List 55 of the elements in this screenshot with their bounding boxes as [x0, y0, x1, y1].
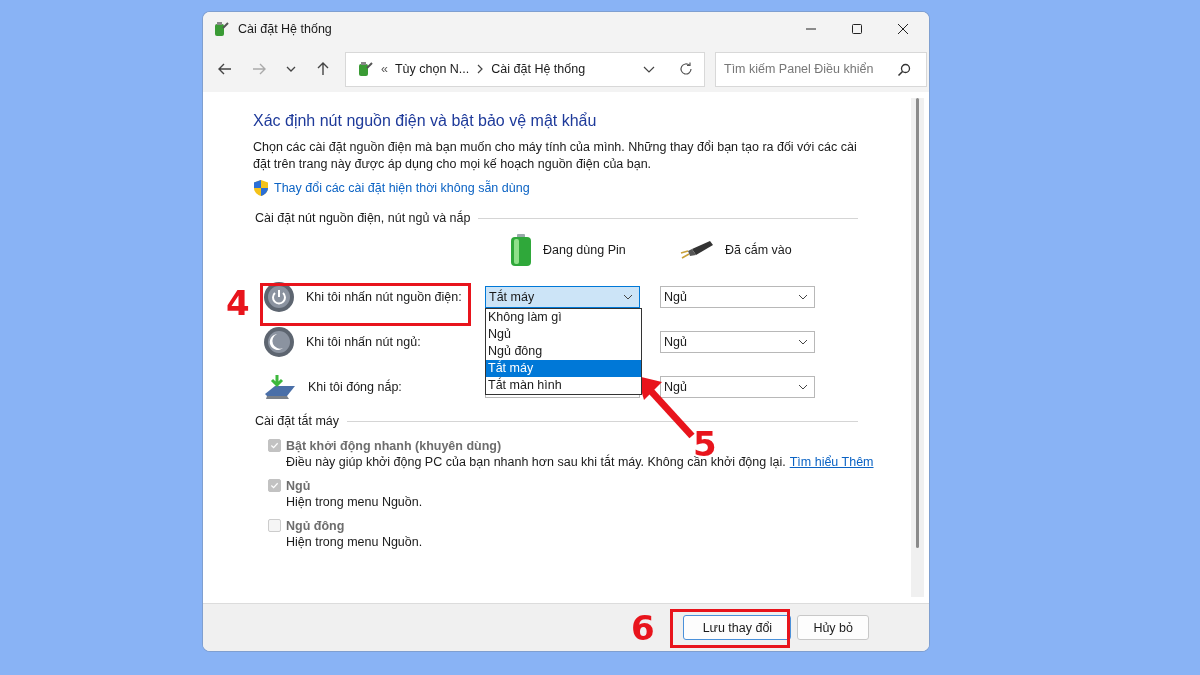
caret-icon: [798, 338, 808, 345]
scrollbar[interactable]: [911, 98, 924, 597]
step-number: 4: [226, 286, 250, 320]
section-title: Cài đặt tắt máy: [255, 414, 340, 428]
window-title: Cài đặt Hệ thống: [238, 22, 332, 36]
option-description: Hiện trong menu Nguồn.: [285, 494, 424, 511]
caret-icon: [623, 293, 633, 300]
checkbox-label: Bật khởi động nhanh (khuyên dùng): [286, 438, 502, 453]
column-header: Đã cắm vào: [725, 243, 792, 257]
power-button-icon: [263, 280, 295, 313]
address-bar[interactable]: « Tùy chọn N... Cài đặt Hệ thống: [345, 51, 705, 87]
chevron-right-icon: [476, 64, 485, 74]
cancel-button[interactable]: Hủy bỏ: [797, 615, 869, 640]
action-dropdown[interactable]: Tắt máy: [485, 285, 640, 308]
action-dropdown[interactable]: Ngủ: [660, 330, 815, 353]
maximize-icon[interactable]: [851, 23, 863, 35]
section-title: Cài đặt nút nguồn điện, nút ngủ và nắp: [255, 211, 471, 225]
refresh-icon[interactable]: [678, 61, 694, 77]
dropdown-option[interactable]: Tắt màn hình: [486, 377, 641, 394]
setting-label: Khi tôi đóng nắp:: [308, 379, 402, 394]
checkmark-icon: [270, 481, 279, 490]
setting-label: Khi tôi nhấn nút ngủ:: [306, 334, 421, 349]
action-dropdown[interactable]: Ngủ: [660, 375, 815, 398]
checkbox-label: Ngủ: [286, 478, 311, 493]
dropdown-option[interactable]: Ngủ đông: [486, 343, 641, 360]
battery-icon: [510, 233, 532, 267]
caret-icon: [798, 293, 808, 300]
plug-icon: [680, 239, 714, 261]
dropdown-option[interactable]: Tắt máy: [486, 360, 641, 377]
back-arrow-icon[interactable]: [217, 61, 233, 77]
overflow-mark[interactable]: «: [381, 62, 388, 76]
close-icon[interactable]: [897, 23, 909, 35]
caret-icon: [798, 383, 808, 390]
admin-link[interactable]: Thay đổi các cài đặt hiện thời không sẵn dùng: [274, 181, 530, 195]
dropdown-option[interactable]: Không làm gì: [486, 309, 641, 326]
step-number: 6: [631, 611, 655, 645]
shield-icon: [253, 179, 269, 197]
up-arrow-icon[interactable]: [315, 61, 331, 77]
description: Chọn các cài đặt nguồn điện mà bạn muốn cho máy tính của mình. Những thay đổi bạn tạo ra đối với các cài đặt trên trang này được áp dụng cho mọi kế hoạch nguồn điện của bạn.: [253, 139, 858, 173]
save-button[interactable]: Lưu thay đổi: [683, 615, 792, 640]
checkbox-label: Ngủ đông: [286, 518, 345, 533]
option-description: Hiện trong menu Nguồn.: [285, 534, 424, 551]
moon-button-icon: [263, 325, 295, 358]
checkmark-icon: [270, 441, 279, 450]
battery-plug-icon: [356, 60, 374, 78]
search-field[interactable]: Tìm kiếm Panel Điều khiển: [715, 51, 927, 87]
setting-label: Khi tôi nhấn nút nguồn điện:: [306, 289, 462, 304]
action-dropdown[interactable]: Ngủ: [660, 285, 815, 308]
breadcrumb[interactable]: Tùy chọn N...: [394, 62, 470, 76]
search-icon: [897, 62, 911, 77]
breadcrumb[interactable]: Cài đặt Hệ thống: [491, 62, 586, 76]
page-heading: Xác định nút nguồn điện và bật bảo vệ mật khẩu: [253, 112, 598, 130]
dropdown-option[interactable]: Ngủ: [486, 326, 641, 343]
battery-plug-icon: [212, 20, 230, 38]
column-header: Đang dùng Pin: [543, 243, 626, 257]
